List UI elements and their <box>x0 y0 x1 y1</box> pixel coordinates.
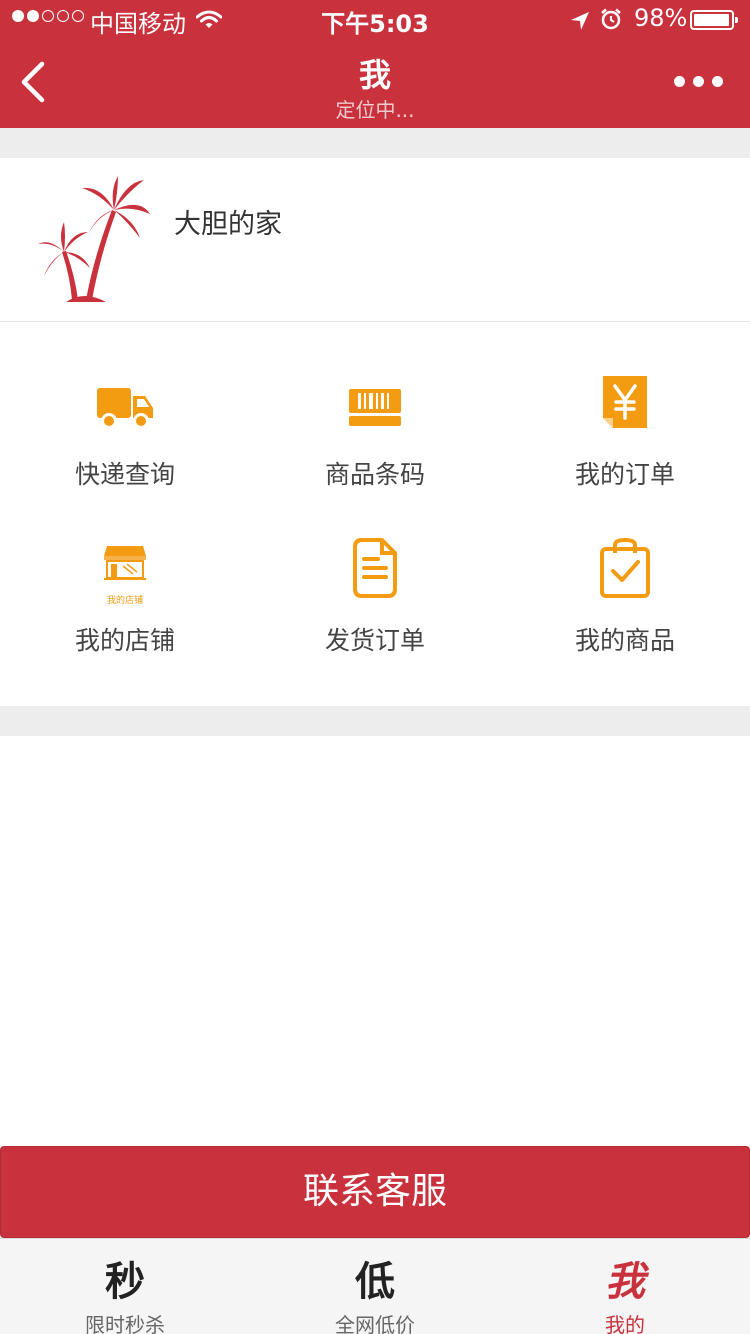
battery-icon <box>690 10 738 30</box>
low-price-icon: 低 <box>355 1258 395 1305</box>
tab-low-price[interactable]: 低 全网低价 <box>250 1239 500 1334</box>
battery-percentage: 98% <box>634 4 688 32</box>
menu-grid: 快递查询 商品条码 我的订单 我的店铺 我的店铺 发货订单 我的商品 <box>0 323 750 706</box>
more-button[interactable] <box>674 76 723 87</box>
location-status: 定位中... <box>335 98 415 122</box>
palm-tree-icon <box>38 176 150 302</box>
tab-mine[interactable]: 我 我的 <box>500 1239 750 1334</box>
menu-item-shipping-orders[interactable]: 发货订单 <box>250 519 500 685</box>
menu-item-label: 商品条码 <box>324 460 425 489</box>
barcode-icon <box>250 373 500 443</box>
menu-item-my-products[interactable]: 我的商品 <box>500 519 750 685</box>
document-icon <box>250 533 500 603</box>
menu-item-my-store[interactable]: 我的店铺 我的店铺 <box>0 519 250 685</box>
storefront-icon: 我的店铺 <box>0 535 250 606</box>
tab-label: 限时秒杀 <box>85 1313 165 1334</box>
clipboard-check-icon <box>500 533 750 603</box>
menu-item-label: 我的店铺 <box>74 626 175 655</box>
menu-item-label: 快递查询 <box>74 460 175 489</box>
location-arrow-icon <box>570 9 590 37</box>
flash-sale-icon: 秒 <box>105 1258 145 1305</box>
page-title: 我 <box>358 56 391 94</box>
tab-label: 我的 <box>605 1313 645 1334</box>
alarm-clock-icon <box>600 8 622 36</box>
truck-icon <box>0 373 250 443</box>
menu-item-label: 我的订单 <box>574 460 675 489</box>
navigation-bar: 我 定位中... <box>0 40 750 128</box>
menu-item-express-tracking[interactable]: 快递查询 <box>0 353 250 519</box>
store-icon-caption: 我的店铺 <box>106 596 143 606</box>
contact-support-button[interactable]: 联系客服 <box>0 1146 750 1238</box>
section-divider <box>0 128 750 158</box>
profile-card[interactable]: 大胆的家 <box>0 158 750 322</box>
avatar <box>36 176 152 304</box>
username: 大胆的家 <box>174 209 282 240</box>
menu-item-label: 我的商品 <box>574 626 675 655</box>
header: 中国移动 下午5:03 98% 我 定位中... <box>0 0 750 128</box>
menu-item-my-orders[interactable]: 我的订单 <box>500 353 750 519</box>
tab-bar: 秒 限时秒杀 低 全网低价 我 我的 <box>0 1238 750 1334</box>
tab-flash-sale[interactable]: 秒 限时秒杀 <box>0 1239 250 1334</box>
yen-document-icon <box>500 367 750 437</box>
status-bar: 中国移动 下午5:03 98% <box>0 0 750 40</box>
menu-item-label: 发货订单 <box>324 626 425 655</box>
section-divider <box>0 706 750 736</box>
tab-label: 全网低价 <box>335 1313 415 1334</box>
menu-item-barcode[interactable]: 商品条码 <box>250 353 500 519</box>
more-dots-icon <box>674 76 685 87</box>
mine-icon: 我 <box>605 1258 645 1305</box>
